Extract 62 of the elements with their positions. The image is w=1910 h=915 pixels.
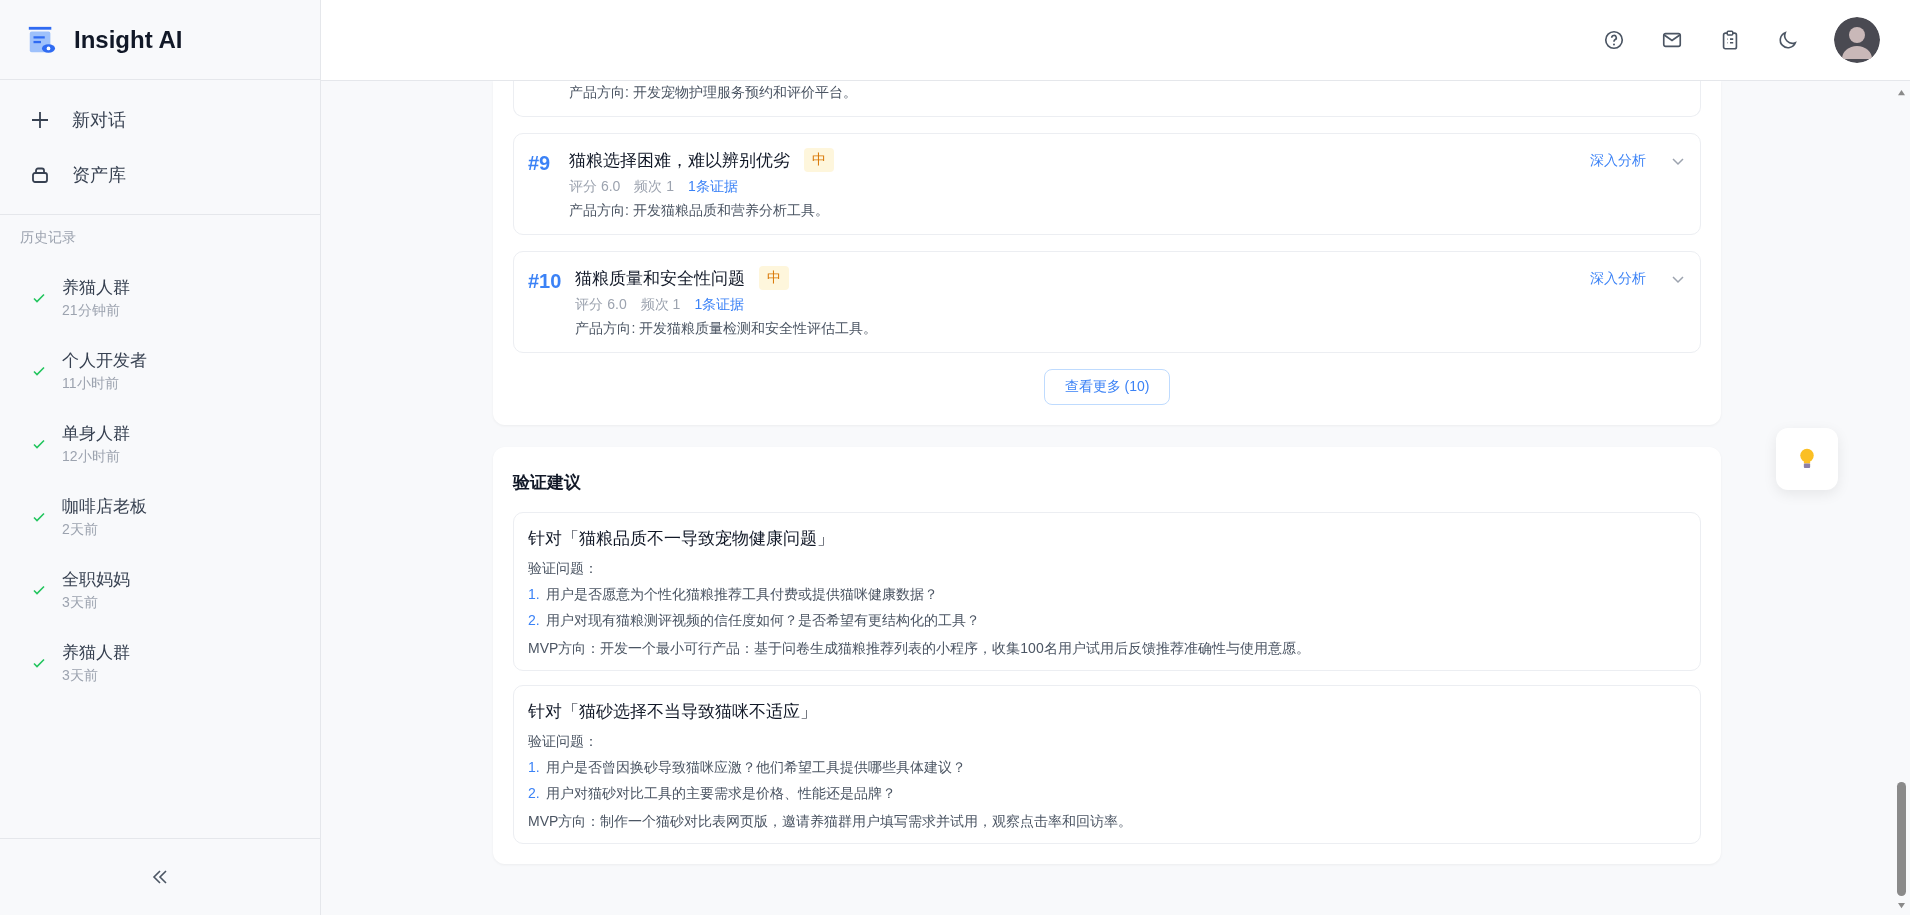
logo-icon bbox=[26, 24, 56, 55]
section-title: 验证建议 bbox=[513, 472, 582, 494]
app-name: Insight AI bbox=[74, 25, 183, 54]
analyze-link[interactable]: 深入分析 bbox=[1590, 152, 1646, 170]
history-item[interactable]: 全职妈妈 3天前 bbox=[0, 553, 320, 626]
evidence-link[interactable]: 1条证据 bbox=[688, 178, 738, 196]
suggestion-title: 针对「猫粮品质不一导致宠物健康问题」 bbox=[528, 528, 835, 550]
question-text: 用户对猫砂对比工具的主要需求是价格、性能还是品牌？ bbox=[545, 785, 896, 803]
problem-title: 猫粮质量和安全性问题 bbox=[575, 267, 746, 290]
product-direction: 产品方向: 开发猫粮品质和营养分析工具。 bbox=[569, 202, 830, 220]
sidebar-action[interactable]: 资产库 bbox=[0, 147, 320, 202]
history-time: 11小时前 bbox=[62, 374, 120, 393]
history-title: 全职妈妈 bbox=[62, 568, 130, 591]
history-item[interactable]: 养猫人群 21分钟前 bbox=[0, 261, 320, 334]
priority-tag: 中 bbox=[759, 266, 790, 290]
scrollbar-thumb[interactable] bbox=[1897, 782, 1906, 896]
history-time: 3天前 bbox=[62, 593, 99, 612]
evidence-link[interactable]: 1条证据 bbox=[694, 296, 745, 314]
question-text: 用户是否愿意为个性化猫粮推荐工具付费或提供猫咪健康数据？ bbox=[545, 586, 938, 604]
history-time: 12小时前 bbox=[62, 447, 121, 466]
history-title: 养猫人群 bbox=[62, 641, 130, 664]
score: 评分 6.0 bbox=[575, 296, 627, 314]
rank: #10 bbox=[528, 269, 562, 293]
score: 评分 6.0 bbox=[569, 178, 621, 196]
history-title: 咖啡店老板 bbox=[62, 495, 147, 518]
history-item[interactable]: 养猫人群 3天前 bbox=[0, 626, 320, 699]
lightbulb-icon bbox=[1798, 447, 1816, 471]
history-time: 3天前 bbox=[62, 666, 99, 685]
questions-label: 验证问题： bbox=[528, 560, 599, 578]
rank: #9 bbox=[528, 151, 552, 175]
history-title: 个人开发者 bbox=[62, 349, 147, 372]
question-number: 1. bbox=[528, 759, 540, 777]
history-title: 单身人群 bbox=[62, 422, 130, 445]
question-number: 1. bbox=[528, 586, 540, 604]
priority-tag: 中 bbox=[804, 148, 834, 172]
section-label: 历史记录 bbox=[19, 229, 77, 247]
avatar[interactable] bbox=[1834, 17, 1880, 63]
history-item[interactable]: 单身人群 12小时前 bbox=[0, 407, 320, 480]
history-title: 养猫人群 bbox=[62, 276, 130, 299]
suggestion-title: 针对「猫砂选择不当导致猫咪不适应」 bbox=[528, 701, 818, 723]
analyze-link[interactable]: 深入分析 bbox=[1590, 270, 1646, 288]
question-text: 用户是否曾因换砂导致猫咪应激？他们希望工具提供哪些具体建议？ bbox=[545, 759, 966, 777]
history-item[interactable]: 咖啡店老板 2天前 bbox=[0, 480, 320, 553]
history-time: 2天前 bbox=[62, 520, 99, 539]
plus-icon bbox=[30, 109, 50, 130]
scroll-down-icon[interactable] bbox=[1897, 902, 1906, 909]
history-time: 21分钟前 bbox=[62, 301, 121, 320]
sidebar-action[interactable]: 新对话 bbox=[0, 92, 320, 147]
mvp-text: MVP方向：制作一个猫砂对比表网页版，邀请养猫群用户填写需求并试用，观察点击率和回访率。 bbox=[528, 813, 1134, 831]
question-number: 2. bbox=[528, 785, 540, 803]
history-item[interactable]: 个人开发者 11小时前 bbox=[0, 334, 320, 407]
mvp-text: MVP方向：开发一个最小可行产品：基于问卷生成猫粮推荐列表的小程序，收集100名用户试用后反馈推荐准确性与使用意愿。 bbox=[528, 640, 1311, 658]
problem-title: 猫粮选择困难，难以辨别优劣 bbox=[569, 149, 790, 172]
question-number: 2. bbox=[528, 612, 540, 630]
questions-label: 验证问题： bbox=[528, 733, 599, 751]
scroll-up-icon[interactable] bbox=[1897, 89, 1906, 96]
frequency: 频次 1 bbox=[640, 296, 681, 314]
product-direction: 产品方向: 开发猫粮质量检测和安全性评估工具。 bbox=[575, 320, 879, 338]
show-more-button[interactable]: 查看更多 (10) bbox=[1043, 369, 1171, 405]
product-direction: 产品方向: 开发宠物护理服务预约和评价平台。 bbox=[569, 84, 857, 100]
question-text: 用户对现有猫粮测评视频的信任度如何？是否希望有更结构化的工具？ bbox=[545, 612, 980, 630]
frequency: 频次 1 bbox=[634, 178, 675, 196]
